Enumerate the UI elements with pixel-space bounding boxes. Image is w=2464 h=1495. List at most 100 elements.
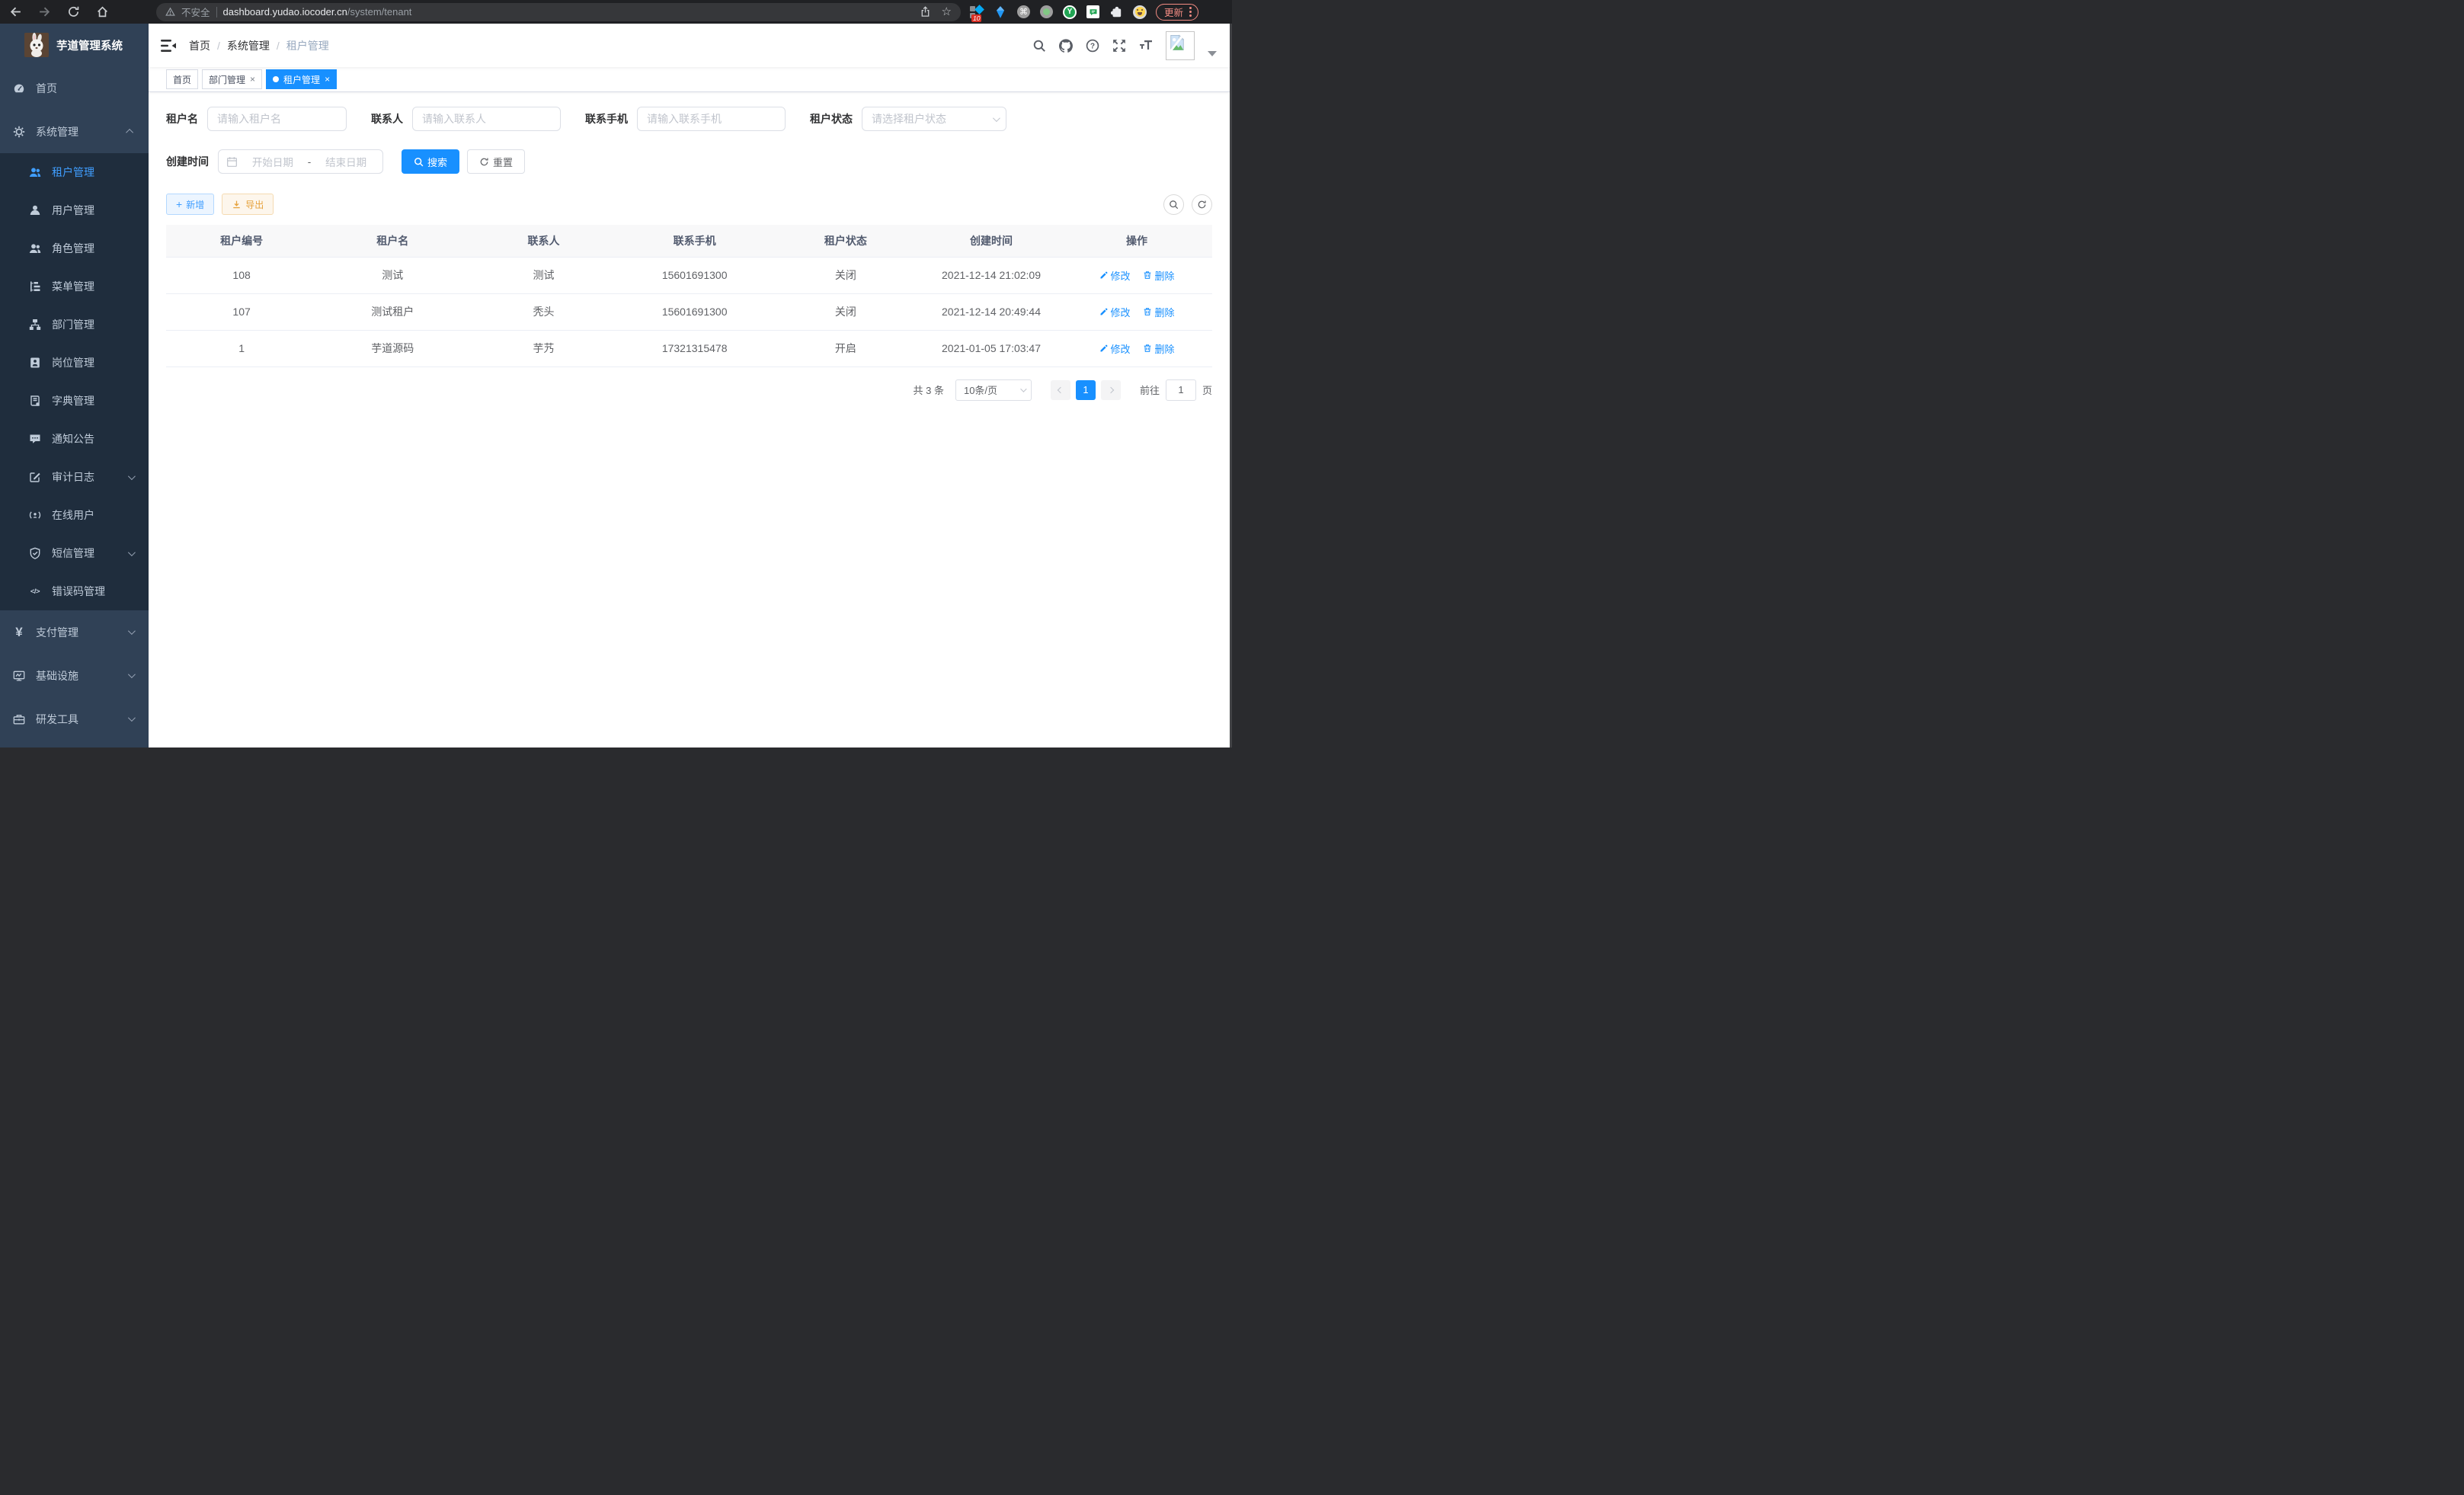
tenant-name-label: 租户名 — [166, 111, 198, 126]
fullscreen-icon[interactable] — [1112, 39, 1126, 53]
breadcrumb-current: 租户管理 — [286, 38, 329, 53]
chat-extension-icon[interactable] — [1086, 5, 1099, 18]
status-select[interactable]: 请选择租户状态 — [862, 107, 1006, 131]
prev-page-button[interactable] — [1051, 380, 1070, 400]
close-icon[interactable]: × — [325, 75, 330, 84]
edit-link[interactable]: 修改 — [1099, 305, 1131, 319]
next-page-button[interactable] — [1101, 380, 1121, 400]
browser-toolbar: 不安全 dashboard.yudao.iocoder.cn/system/te… — [0, 0, 1232, 24]
tenant-name-input[interactable] — [207, 107, 347, 131]
help-icon[interactable]: ? — [1086, 39, 1099, 53]
tab-tenant-active[interactable]: 租户管理 × — [266, 69, 337, 89]
delete-link[interactable]: 删除 — [1143, 305, 1174, 319]
sidebar-item-dev-tools[interactable]: 研发工具 — [0, 697, 149, 741]
contact-label: 联系人 — [371, 111, 403, 126]
tab-dept[interactable]: 部门管理 × — [202, 69, 262, 89]
export-button[interactable]: 导出 — [222, 194, 274, 215]
reset-button[interactable]: 重置 — [467, 149, 525, 174]
back-icon[interactable] — [9, 5, 22, 18]
sidebar-item-menus[interactable]: 菜单管理 — [0, 267, 149, 306]
contact-input[interactable] — [412, 107, 561, 131]
table-row: 108 测试 测试 15601691300 关闭 2021-12-14 21:0… — [166, 257, 1212, 293]
close-icon[interactable]: × — [250, 75, 255, 84]
bookmark-star-icon[interactable]: ☆ — [942, 6, 952, 18]
mobile-input[interactable] — [637, 107, 786, 131]
filter-form-row-2: 创建时间 开始日期 - 结束日期 搜索 重置 — [166, 149, 1212, 174]
trash-icon — [1143, 271, 1152, 280]
extensions-puzzle-icon[interactable] — [1109, 5, 1123, 19]
current-page-button[interactable]: 1 — [1076, 380, 1096, 400]
breadcrumb-system[interactable]: 系统管理 — [227, 38, 270, 53]
sidebar-item-tenant[interactable]: 租户管理 — [0, 153, 149, 191]
edit-pencil-icon — [1099, 307, 1109, 316]
y-extension-icon[interactable]: Y — [1063, 5, 1077, 19]
browser-update-button[interactable]: 更新 — [1156, 4, 1198, 21]
refresh-icon — [479, 157, 489, 167]
tenant-table: 租户编号 租户名 联系人 联系手机 租户状态 创建时间 操作 108 测试 测试 — [166, 225, 1212, 367]
goto-page-input[interactable] — [1166, 379, 1196, 401]
app-logo[interactable]: 芋道管理系统 — [0, 24, 149, 66]
github-icon[interactable] — [1059, 39, 1073, 53]
header-search-icon[interactable] — [1032, 39, 1046, 53]
sidebar-item-audit-log[interactable]: 审计日志 — [0, 458, 149, 496]
sidebar-item-notice[interactable]: 通知公告 — [0, 420, 149, 458]
sidebar-item-payment[interactable]: ¥ 支付管理 — [0, 610, 149, 654]
extension-badge-icon[interactable]: 10 — [970, 5, 984, 19]
status-select-placeholder: 请选择租户状态 — [872, 111, 946, 126]
sidebar-item-infrastructure[interactable]: 基础设施 — [0, 654, 149, 697]
dashboard-icon — [13, 82, 25, 94]
sidebar-collapse-icon[interactable] — [161, 39, 176, 53]
column-mobile: 联系手机 — [619, 225, 770, 257]
profile-avatar-icon[interactable] — [1133, 5, 1147, 19]
avatar-dropdown-caret[interactable] — [1208, 51, 1217, 56]
extension-count-badge: 10 — [971, 14, 981, 22]
delete-link[interactable]: 删除 — [1143, 268, 1174, 283]
sidebar-item-dict[interactable]: 字典管理 — [0, 382, 149, 420]
sidebar-item-depts[interactable]: 部门管理 — [0, 306, 149, 344]
edit-link[interactable]: 修改 — [1099, 341, 1131, 356]
tab-home[interactable]: 首页 — [166, 69, 198, 89]
url-bar[interactable]: 不安全 dashboard.yudao.iocoder.cn/system/te… — [156, 3, 961, 21]
delete-link[interactable]: 删除 — [1143, 341, 1174, 356]
chevron-up-icon — [126, 129, 133, 136]
sidebar-item-online-users[interactable]: 在线用户 — [0, 496, 149, 534]
recorder-extension-icon[interactable] — [1040, 5, 1053, 18]
create-time-range-picker[interactable]: 开始日期 - 结束日期 — [218, 149, 383, 174]
goto-label: 前往 — [1140, 383, 1160, 397]
refresh-table-button[interactable] — [1192, 194, 1212, 215]
add-button[interactable]: + 新增 — [166, 194, 214, 215]
toggle-search-button[interactable] — [1163, 194, 1184, 215]
command-extension-icon[interactable]: ⌘ — [1017, 5, 1030, 18]
security-label[interactable]: 不安全 — [181, 5, 210, 19]
end-date-placeholder: 结束日期 — [317, 154, 375, 169]
sidebar-item-sms[interactable]: 短信管理 — [0, 534, 149, 572]
breadcrumb-home[interactable]: 首页 — [189, 38, 210, 53]
search-button[interactable]: 搜索 — [402, 149, 459, 174]
message-icon — [29, 433, 41, 445]
forward-icon[interactable] — [38, 5, 51, 18]
users-group-icon — [29, 242, 41, 255]
edit-link[interactable]: 修改 — [1099, 268, 1131, 283]
reload-icon[interactable] — [67, 5, 80, 18]
share-icon[interactable] — [920, 6, 931, 18]
home-icon[interactable] — [96, 5, 109, 18]
toolbox-icon — [13, 713, 25, 725]
url-text[interactable]: dashboard.yudao.iocoder.cn/system/tenant — [223, 6, 412, 18]
browser-menu-icon[interactable] — [1189, 7, 1192, 17]
download-icon — [232, 200, 242, 210]
font-size-icon[interactable] — [1139, 39, 1153, 53]
sidebar-item-posts[interactable]: 岗位管理 — [0, 344, 149, 382]
page-size-select[interactable]: 10条/页 — [955, 379, 1032, 401]
sidebar: 芋道管理系统 首页 系统管理 租户管理 用户管理 角色管理 菜单管理 — [0, 24, 149, 748]
sidebar-item-error-codes[interactable]: </> 错误码管理 — [0, 572, 149, 610]
table-row: 1 芋道源码 芋艿 17321315478 开启 2021-01-05 17:0… — [166, 330, 1212, 367]
org-tree-icon — [29, 319, 41, 331]
sidebar-item-system[interactable]: 系统管理 — [0, 110, 149, 153]
status-value: 开启 — [770, 330, 921, 367]
user-avatar[interactable] — [1166, 31, 1195, 60]
sidebar-item-home[interactable]: 首页 — [0, 66, 149, 110]
sidebar-item-roles[interactable]: 角色管理 — [0, 229, 149, 267]
tags-view: 首页 部门管理 × 租户管理 × — [149, 67, 1230, 92]
sidebar-item-users[interactable]: 用户管理 — [0, 191, 149, 229]
balloon-extension-icon[interactable] — [994, 5, 1007, 19]
